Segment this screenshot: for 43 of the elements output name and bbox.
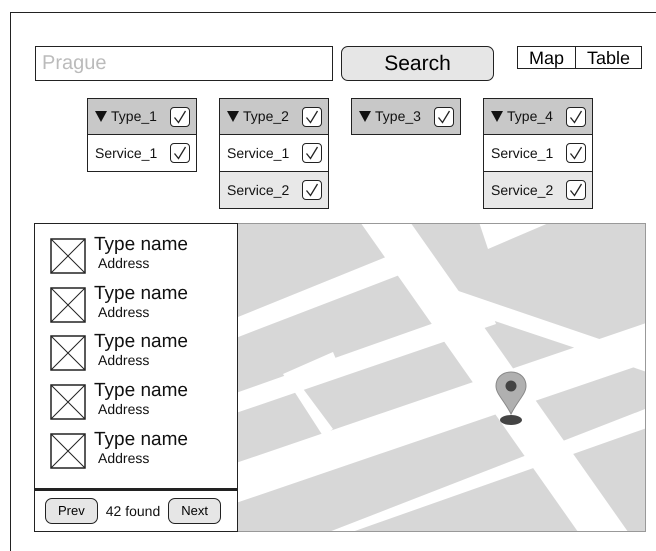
filter-type-label: Type_1 (111, 107, 158, 126)
expand-triangle-icon[interactable] (491, 111, 503, 122)
result-address: Address (98, 255, 150, 271)
result-count: 42 found (106, 502, 160, 520)
next-button[interactable]: Next (168, 498, 221, 524)
image-placeholder-icon (50, 286, 86, 323)
result-address: Address (98, 450, 150, 466)
checkbox[interactable] (170, 106, 190, 126)
checkbox[interactable] (302, 106, 322, 126)
service-label: Service_2 (227, 180, 290, 200)
expand-triangle-icon[interactable] (95, 111, 107, 122)
checkbox[interactable] (302, 143, 322, 163)
result-title[interactable]: Type name (94, 428, 188, 450)
search-field[interactable]: Prague (35, 46, 333, 81)
service-label: Service_2 (491, 180, 554, 200)
result-title[interactable]: Type name (94, 282, 188, 304)
image-placeholder-icon (50, 384, 86, 420)
expand-triangle-icon[interactable] (227, 111, 239, 122)
result-address: Address (98, 401, 150, 418)
filter-type-label: Type_2 (243, 107, 290, 126)
filter-type-label: Type_3 (375, 107, 422, 126)
image-placeholder-icon (50, 432, 86, 469)
checkbox[interactable] (566, 143, 586, 163)
prev-button[interactable]: Prev (45, 498, 98, 524)
service-label: Service_1 (491, 144, 554, 163)
result-title[interactable]: Type name (94, 331, 188, 352)
image-placeholder-icon (50, 335, 86, 372)
expand-triangle-icon[interactable] (359, 111, 371, 122)
result-address: Address (98, 352, 150, 368)
checkbox[interactable] (566, 180, 586, 200)
image-placeholder-icon (50, 238, 86, 274)
result-address: Address (98, 304, 150, 320)
checkbox[interactable] (434, 106, 454, 126)
search-button[interactable]: Search (341, 46, 494, 81)
filter-type-label: Type_4 (507, 107, 554, 126)
service-label: Service_1 (95, 144, 158, 163)
checkbox[interactable] (302, 180, 322, 200)
checkbox[interactable] (566, 106, 586, 126)
result-title[interactable]: Type name (94, 234, 188, 255)
result-title[interactable]: Type name (94, 380, 188, 402)
map-pin-icon[interactable] (494, 370, 528, 427)
checkbox[interactable] (170, 143, 190, 163)
service-label: Service_1 (227, 144, 290, 163)
